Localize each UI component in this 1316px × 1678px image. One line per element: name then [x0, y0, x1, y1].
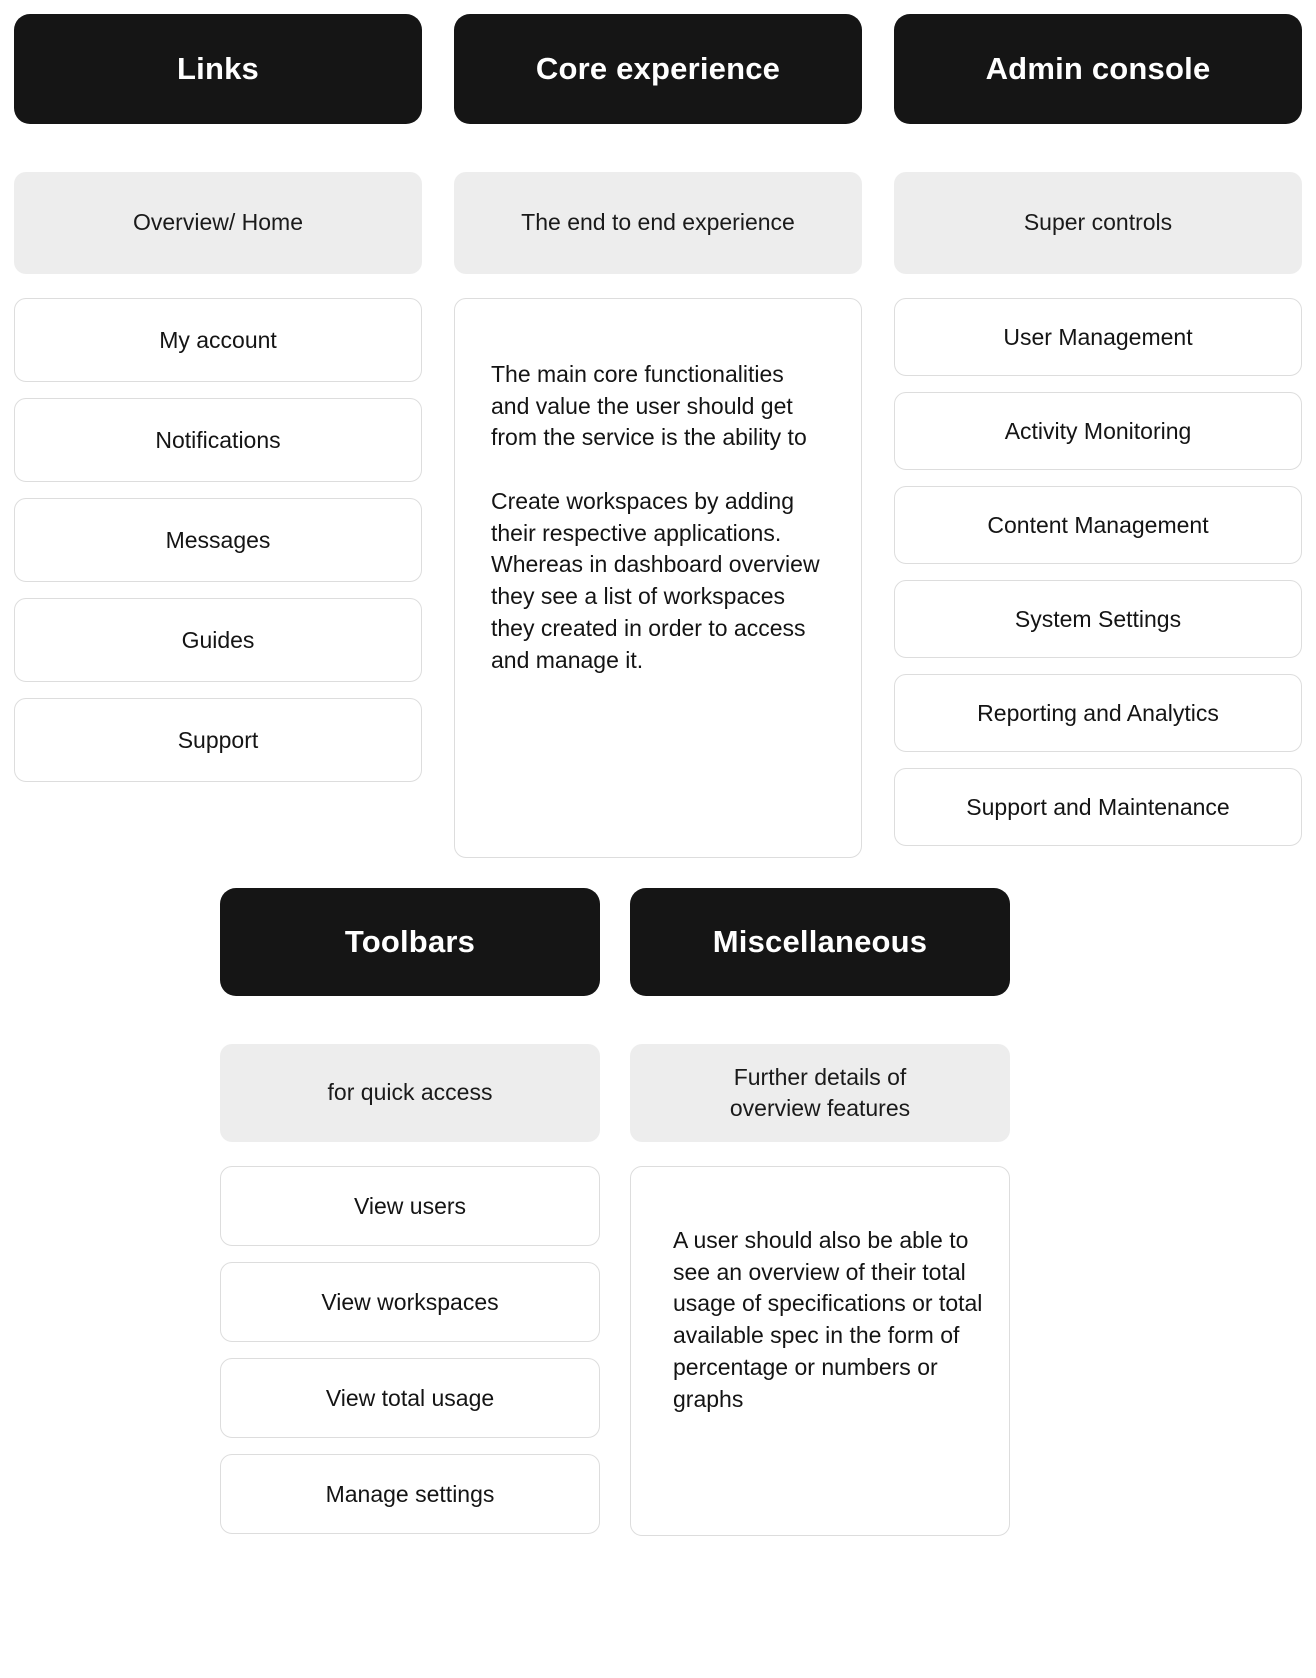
list-item-reporting-and-analytics[interactable]: Reporting and Analytics — [894, 674, 1302, 752]
admin-item-stack: User Management Activity Monitoring Cont… — [894, 298, 1302, 846]
column-toolbars: Toolbars for quick access View users Vie… — [220, 888, 600, 1534]
subheader-links[interactable]: Overview/ Home — [14, 172, 422, 274]
column-miscellaneous: Miscellaneous Further details of overvie… — [630, 888, 1010, 1536]
category-header-toolbars[interactable]: Toolbars — [220, 888, 600, 996]
list-item-my-account[interactable]: My account — [14, 298, 422, 382]
list-item-user-management[interactable]: User Management — [894, 298, 1302, 376]
list-item-manage-settings[interactable]: Manage settings — [220, 1454, 600, 1534]
list-item-system-settings[interactable]: System Settings — [894, 580, 1302, 658]
category-header-admin-console[interactable]: Admin console — [894, 14, 1302, 124]
note-core-experience[interactable]: The main core functionalities and value … — [454, 298, 862, 858]
column-core-experience: Core experience The end to end experienc… — [454, 14, 862, 858]
category-header-links[interactable]: Links — [14, 14, 422, 124]
subheader-miscellaneous[interactable]: Further details of overview features — [630, 1044, 1010, 1142]
bottom-section: Toolbars for quick access View users Vie… — [0, 888, 1316, 1536]
top-section: Links Overview/ Home My account Notifica… — [0, 14, 1316, 858]
mindmap-board: Links Overview/ Home My account Notifica… — [0, 0, 1316, 1678]
subheader-admin-console[interactable]: Super controls — [894, 172, 1302, 274]
column-links: Links Overview/ Home My account Notifica… — [14, 14, 422, 782]
list-item-support[interactable]: Support — [14, 698, 422, 782]
list-item-guides[interactable]: Guides — [14, 598, 422, 682]
list-item-support-and-maintenance[interactable]: Support and Maintenance — [894, 768, 1302, 846]
list-item-content-management[interactable]: Content Management — [894, 486, 1302, 564]
links-item-stack: My account Notifications Messages Guides… — [14, 298, 422, 782]
note-miscellaneous[interactable]: A user should also be able to see an ove… — [630, 1166, 1010, 1536]
category-header-miscellaneous[interactable]: Miscellaneous — [630, 888, 1010, 996]
list-item-view-users[interactable]: View users — [220, 1166, 600, 1246]
list-item-notifications[interactable]: Notifications — [14, 398, 422, 482]
subheader-core-experience[interactable]: The end to end experience — [454, 172, 862, 274]
subheader-toolbars[interactable]: for quick access — [220, 1044, 600, 1142]
category-header-core-experience[interactable]: Core experience — [454, 14, 862, 124]
list-item-messages[interactable]: Messages — [14, 498, 422, 582]
column-admin-console: Admin console Super controls User Manage… — [894, 14, 1302, 846]
toolbars-item-stack: View users View workspaces View total us… — [220, 1166, 600, 1534]
list-item-view-total-usage[interactable]: View total usage — [220, 1358, 600, 1438]
list-item-activity-monitoring[interactable]: Activity Monitoring — [894, 392, 1302, 470]
list-item-view-workspaces[interactable]: View workspaces — [220, 1262, 600, 1342]
